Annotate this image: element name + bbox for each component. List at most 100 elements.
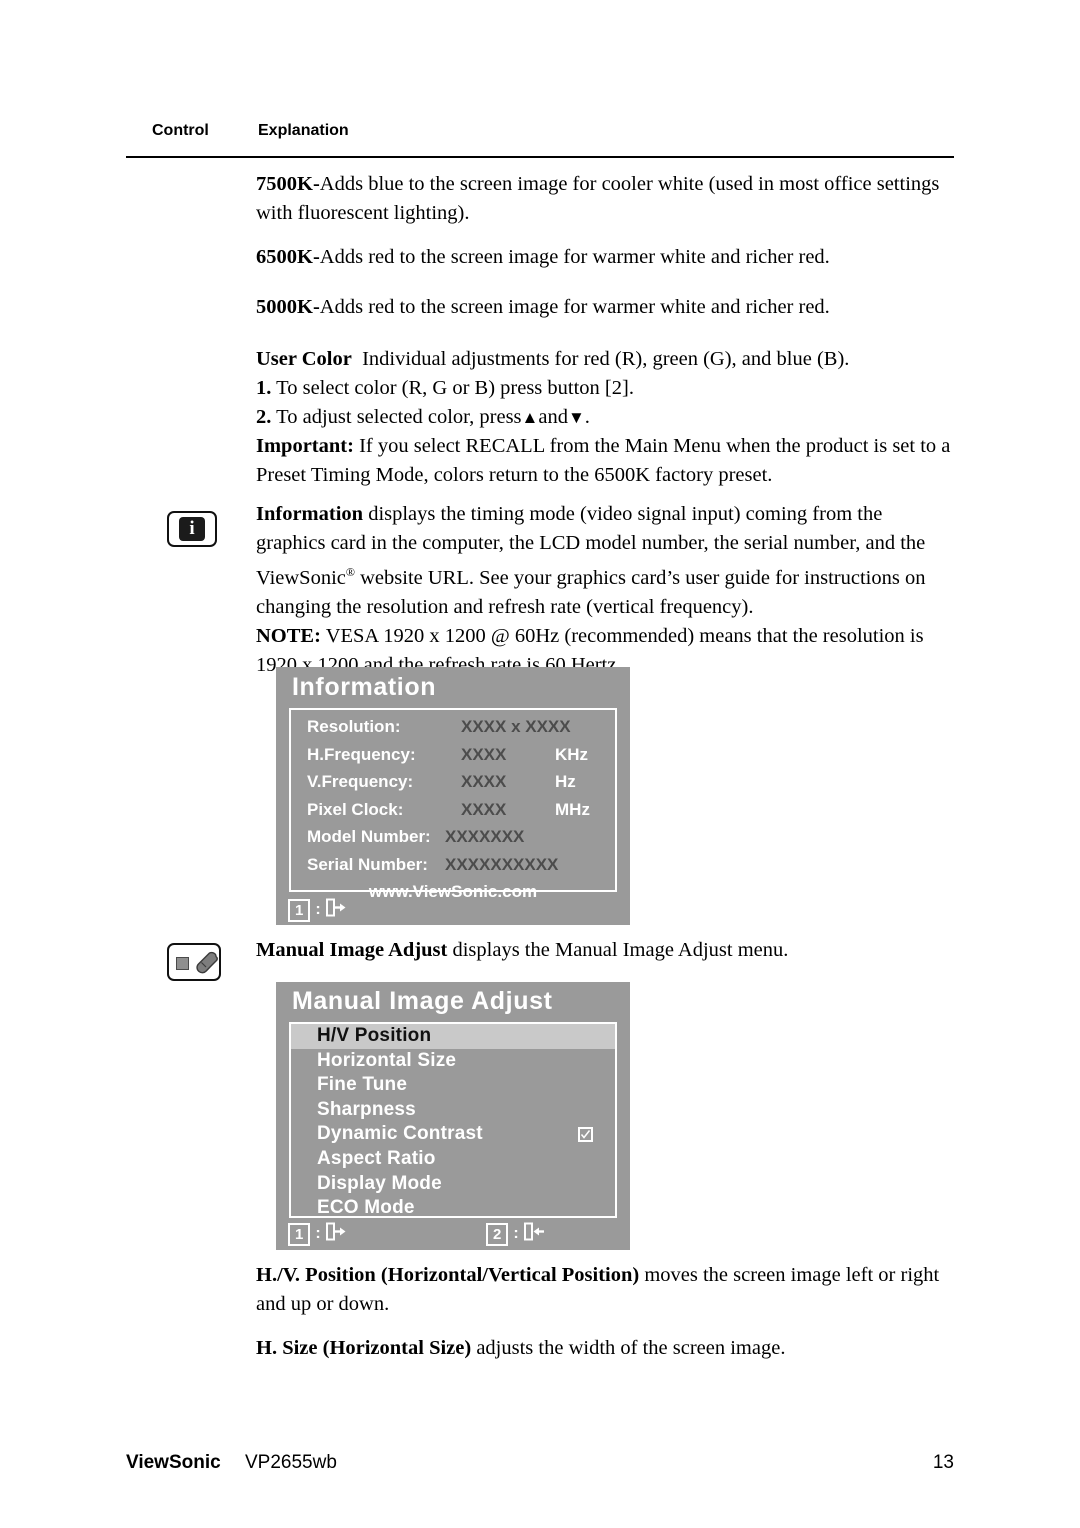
label-7500k: 7500K-: [256, 173, 320, 195]
paragraph-hv-position: H./V. Position (Horizontal/Vertical Posi…: [256, 1261, 956, 1319]
menu-item-sharpness[interactable]: Sharpness: [291, 1098, 615, 1123]
exit-icon: [325, 1222, 347, 1246]
info-row-value: XXXX: [461, 772, 507, 791]
paragraph-manual-image-adjust: Manual Image Adjust displays the Manual …: [256, 936, 956, 965]
label-h-size: H. Size (Horizontal Size): [256, 1337, 472, 1359]
text-5000k: Adds red to the screen image for warmer …: [319, 296, 830, 318]
key-colon: :: [513, 1225, 519, 1242]
menu-item-hv-position[interactable]: H/V Position: [291, 1024, 615, 1049]
label-important: Important:: [256, 435, 354, 457]
table-header: Control Explanation: [126, 122, 954, 148]
information-icon: i: [167, 511, 217, 547]
info-row: Serial Number: XXXXXXXXXX: [291, 852, 615, 880]
osd-information-inner-box: Resolution: XXXX x XXXX H.Frequency: XXX…: [289, 708, 617, 901]
key-box-1: 1: [288, 898, 311, 922]
info-row: Resolution: XXXX x XXXX: [291, 714, 615, 742]
icon-square-shape: [176, 957, 189, 970]
checkbox-checked-icon[interactable]: [578, 1127, 593, 1143]
manual-image-adjust-icon: [167, 943, 221, 981]
text-information-b: website URL. See your graphics card’s us…: [256, 566, 926, 618]
paragraph-5000k: 5000K-Adds red to the screen image for w…: [256, 293, 956, 322]
text-7500k: Adds blue to the screen image for cooler…: [256, 173, 940, 224]
footer-brand: ViewSonic: [126, 1452, 221, 1473]
step-2-text-before: To adjust selected color, press: [276, 406, 522, 428]
info-row: Pixel Clock: XXXX MHz: [291, 797, 615, 825]
user-color-step-1: 1. To select color (R, G or B) press but…: [256, 374, 956, 403]
info-row-unit: MHz: [555, 799, 590, 819]
user-color-step-2: 2. To adjust selected color, press▲and▼.: [256, 403, 956, 432]
step-2-text-middle: and: [538, 406, 568, 428]
info-row-label: Model Number:: [307, 827, 431, 846]
info-row: V.Frequency: XXXX Hz: [291, 769, 615, 797]
label-manual-image-adjust: Manual Image Adjust: [256, 939, 448, 961]
info-row-value: XXXX: [461, 744, 507, 764]
key-hint-1[interactable]: 1 :: [288, 1222, 347, 1246]
osd-manual-footer: 1 : 2 :: [288, 1222, 618, 1250]
key-box-2: 2: [486, 1222, 509, 1246]
text-h-size: adjusts the width of the screen image.: [476, 1337, 786, 1359]
osd-manual-image-adjust-panel: Manual Image Adjust H/V Position Horizon…: [276, 982, 630, 1250]
osd-information-title: Information: [292, 673, 437, 701]
label-user-color: User Color: [256, 348, 352, 370]
registered-trademark-icon: ®: [345, 565, 355, 579]
exit-icon: [325, 898, 347, 922]
paragraph-6500k: 6500K-Adds red to the screen image for w…: [256, 243, 956, 272]
menu-item-aspect-ratio[interactable]: Aspect Ratio: [291, 1147, 615, 1172]
text-manual-image-adjust: displays the Manual Image Adjust menu.: [452, 939, 789, 961]
text-6500k: Adds red to the screen image for warmer …: [319, 246, 830, 268]
wrench-icon: [196, 951, 218, 974]
step-1-number: 1.: [256, 377, 272, 399]
osd-information-panel: Information Resolution: XXXX x XXXX H.Fr…: [276, 667, 630, 925]
info-row-value: XXXXXXX: [445, 827, 525, 846]
osd-manual-inner-box: H/V Position Horizontal Size Fine Tune S…: [289, 1022, 617, 1218]
footer-model: VP2655wb: [245, 1452, 337, 1473]
menu-item-horizontal-size[interactable]: Horizontal Size: [291, 1049, 615, 1074]
info-row-value: XXXXXXXXXX: [445, 854, 559, 874]
info-letter-i: i: [179, 517, 205, 541]
label-6500k: 6500K-: [256, 246, 320, 268]
paragraph-information: Information displays the timing mode (vi…: [256, 500, 956, 680]
enter-icon: [523, 1222, 545, 1246]
key-colon: :: [315, 901, 321, 918]
paragraph-user-color: User Color Individual adjustments for re…: [256, 345, 956, 490]
osd-information-rows: Resolution: XXXX x XXXX H.Frequency: XXX…: [291, 710, 615, 909]
label-note: NOTE:: [256, 624, 321, 647]
menu-item-dynamic-contrast[interactable]: Dynamic Contrast: [291, 1122, 615, 1147]
key-hint-2[interactable]: 2 :: [486, 1222, 545, 1246]
up-triangle-icon: ▲: [521, 408, 539, 427]
key-colon: :: [315, 1225, 321, 1242]
info-row-value: XXXX: [461, 799, 507, 819]
user-color-important: Important: If you select RECALL from the…: [256, 432, 956, 490]
label-hv-position: H./V. Position (Horizontal/Vertical Posi…: [256, 1264, 640, 1286]
key-hint-1[interactable]: 1 :: [288, 898, 347, 922]
info-row: H.Frequency: XXXX KHz: [291, 742, 615, 770]
menu-item-eco-mode[interactable]: ECO Mode: [291, 1196, 615, 1216]
footer-page-number: 13: [932, 1452, 954, 1473]
text-user-color: Individual adjustments for red (R), gree…: [362, 348, 850, 370]
label-information: Information: [256, 503, 364, 525]
paragraph-h-size: H. Size (Horizontal Size) adjusts the wi…: [256, 1334, 956, 1363]
column-header-control: Control: [152, 122, 209, 139]
info-row-label: Serial Number:: [307, 854, 428, 874]
text-important: If you select RECALL from the Main Menu …: [256, 435, 951, 486]
down-triangle-icon: ▼: [567, 408, 585, 427]
step-1-text: To select color (R, G or B) press button…: [276, 377, 634, 399]
page-footer: ViewSonic VP2655wb 13: [126, 1452, 954, 1478]
info-row-unit: KHz: [555, 744, 589, 764]
osd-information-footer: 1 :: [288, 898, 618, 926]
menu-item-label: Dynamic Contrast: [317, 1123, 483, 1145]
osd-manual-title: Manual Image Adjust: [292, 987, 553, 1015]
user-color-heading-line: User Color Individual adjustments for re…: [256, 345, 956, 374]
osd-menu-list: H/V Position Horizontal Size Fine Tune S…: [291, 1024, 615, 1216]
label-5000k: 5000K-: [256, 296, 320, 318]
info-row-label: H.Frequency:: [307, 744, 416, 764]
info-row-label: Resolution:: [307, 717, 401, 736]
information-body: Information displays the timing mode (vi…: [256, 503, 925, 618]
menu-item-display-mode[interactable]: Display Mode: [291, 1172, 615, 1197]
key-box-1: 1: [288, 1222, 311, 1246]
document-page: Control Explanation 7500K-Adds blue to t…: [0, 0, 1080, 1528]
info-row-label: V.Frequency:: [307, 772, 414, 791]
column-header-explanation: Explanation: [258, 122, 349, 139]
info-row-unit: Hz: [555, 772, 576, 791]
menu-item-fine-tune[interactable]: Fine Tune: [291, 1073, 615, 1098]
